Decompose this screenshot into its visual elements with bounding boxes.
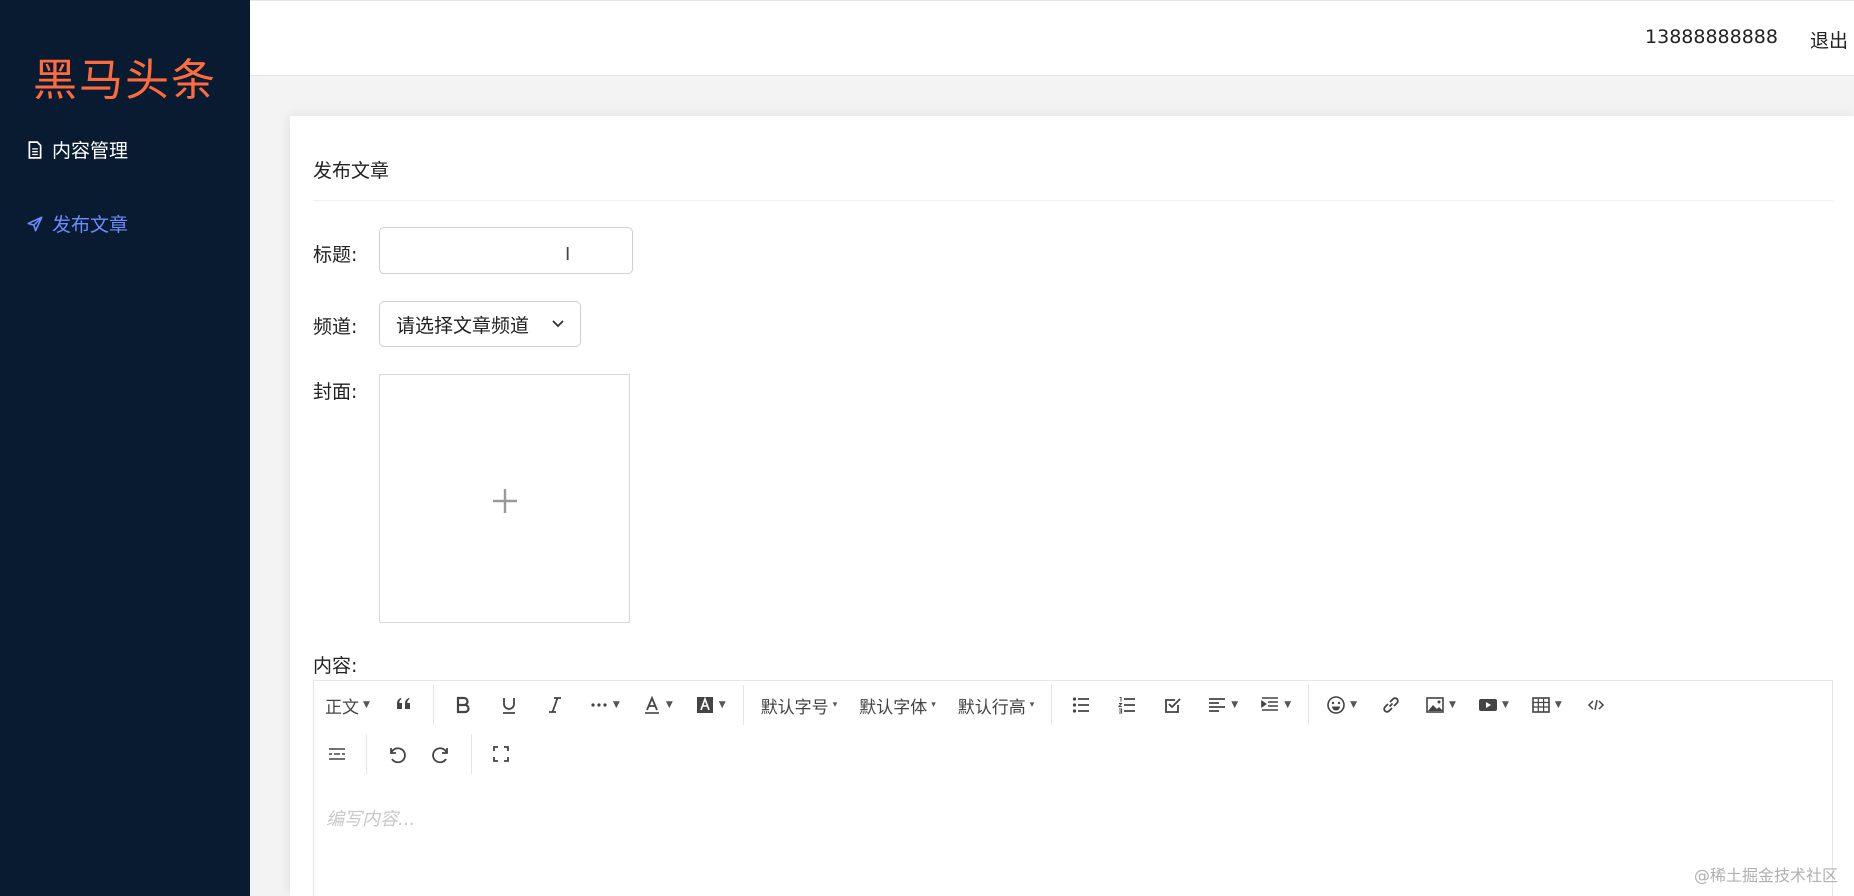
italic-button[interactable] (535, 687, 575, 723)
chevron-down-icon (552, 320, 564, 328)
toolbar-divider (432, 685, 434, 725)
send-icon (27, 215, 43, 232)
underline-icon (502, 698, 515, 714)
publish-card: 发布文章 标题: I 频道: 请选择文章频道 封面: 内容: 正文 ▼ ▼ ▼ … (290, 116, 1854, 896)
toolbar-divider (1051, 685, 1053, 725)
watermark: @稀土掘金技术社区 (1693, 866, 1838, 885)
bold-button[interactable] (443, 687, 483, 723)
quote-icon (396, 698, 410, 709)
toolbar-divider (366, 734, 367, 774)
image-icon (1426, 697, 1444, 713)
video-button[interactable]: ▼ (1470, 687, 1517, 723)
font-color-icon (644, 695, 659, 714)
bulleted-list-icon (1073, 697, 1090, 713)
sidebar-item-publish-article[interactable]: 发布文章 (26, 210, 128, 237)
underline-button[interactable] (489, 687, 529, 723)
table-icon (1532, 697, 1550, 713)
redo-button[interactable] (422, 736, 462, 772)
bulleted-list-button[interactable] (1061, 687, 1101, 723)
logout-link[interactable]: 退出 (1810, 26, 1848, 53)
user-phone: 13888888888 (1645, 26, 1778, 48)
link-icon (1383, 697, 1399, 713)
font-family-button[interactable]: 默认字体 ▾ (851, 687, 944, 723)
app-logo: 黑马头条 (33, 55, 217, 106)
indent-icon (1261, 697, 1279, 711)
code-icon (1587, 699, 1604, 711)
channel-label: 频道: (313, 316, 358, 338)
editor-placeholder[interactable]: 编写内容... (326, 805, 415, 831)
font-size-label: 默认字号 (760, 697, 829, 718)
cover-label: 封面: (313, 381, 358, 403)
redo-icon (432, 747, 448, 764)
paragraph-style-label: 正文 (325, 697, 359, 718)
toolbar-divider (1308, 685, 1310, 725)
todo-button[interactable] (1153, 687, 1193, 723)
background-color-icon (696, 696, 713, 713)
paragraph-style-button[interactable]: 正文 ▼ (317, 687, 378, 723)
line-height-label: 默认行高 (957, 697, 1026, 718)
channel-select-value: 请选择文章频道 (396, 314, 530, 337)
image-button[interactable]: ▼ (1417, 687, 1464, 723)
page-title: 发布文章 (313, 160, 390, 182)
document-icon (28, 140, 42, 159)
background-color-button[interactable]: ▼ (687, 687, 734, 723)
font-size-button[interactable]: 默认字号 ▾ (753, 687, 846, 723)
indent-button[interactable]: ▼ (1252, 687, 1299, 723)
more-icon (591, 703, 607, 707)
toolbar-divider (742, 685, 744, 725)
emoji-button[interactable]: ▼ (1318, 687, 1365, 723)
cover-upload[interactable] (379, 374, 630, 623)
editor-toolbar: 正文 ▼ ▼ ▼ ▼ 默认字号 ▾ 默认字体 ▾ 默认行高 ▾ ▼ ▼ ▼ ▼ … (314, 681, 1832, 781)
blockquote-button[interactable] (384, 687, 424, 723)
content-label: 内容: (313, 655, 358, 677)
text-cursor-icon: I (565, 244, 571, 265)
font-family-label: 默认字体 (859, 697, 928, 718)
toolbar-divider (471, 734, 472, 774)
undo-icon (390, 747, 406, 764)
video-icon (1478, 699, 1497, 711)
numbered-list-button[interactable] (1107, 687, 1147, 723)
fullscreen-icon (493, 746, 509, 762)
divider (313, 200, 1833, 201)
link-button[interactable] (1371, 687, 1411, 723)
font-color-button[interactable]: ▼ (634, 687, 681, 723)
sidebar: 黑马头条 内容管理 发布文章 (0, 0, 250, 896)
align-left-icon (1209, 698, 1226, 712)
align-button[interactable]: ▼ (1199, 687, 1246, 723)
italic-icon (548, 697, 561, 713)
undo-button[interactable] (376, 736, 416, 772)
sidebar-item-content-management[interactable]: 内容管理 (26, 136, 128, 163)
channel-select[interactable]: 请选择文章频道 (379, 301, 581, 347)
emoji-icon (1327, 696, 1345, 714)
title-label: 标题: (313, 244, 358, 266)
table-button[interactable]: ▼ (1523, 687, 1570, 723)
top-header: 13888888888 退出 (250, 0, 1854, 76)
bold-icon (456, 696, 470, 714)
divider-button[interactable] (317, 736, 357, 772)
fullscreen-button[interactable] (481, 736, 521, 772)
code-button[interactable] (1576, 687, 1616, 723)
checkbox-icon (1165, 698, 1181, 713)
rich-text-editor: 正文 ▼ ▼ ▼ ▼ 默认字号 ▾ 默认字体 ▾ 默认行高 ▾ ▼ ▼ ▼ ▼ … (313, 680, 1833, 896)
plus-icon (493, 489, 517, 513)
horizontal-rule-icon (329, 748, 345, 760)
sidebar-item-label: 内容管理 (52, 140, 129, 162)
numbered-list-icon (1118, 697, 1136, 714)
more-styles-button[interactable]: ▼ (581, 687, 628, 723)
title-input[interactable] (379, 227, 633, 274)
sidebar-item-label: 发布文章 (52, 214, 129, 236)
line-height-button[interactable]: 默认行高 ▾ (950, 687, 1043, 723)
